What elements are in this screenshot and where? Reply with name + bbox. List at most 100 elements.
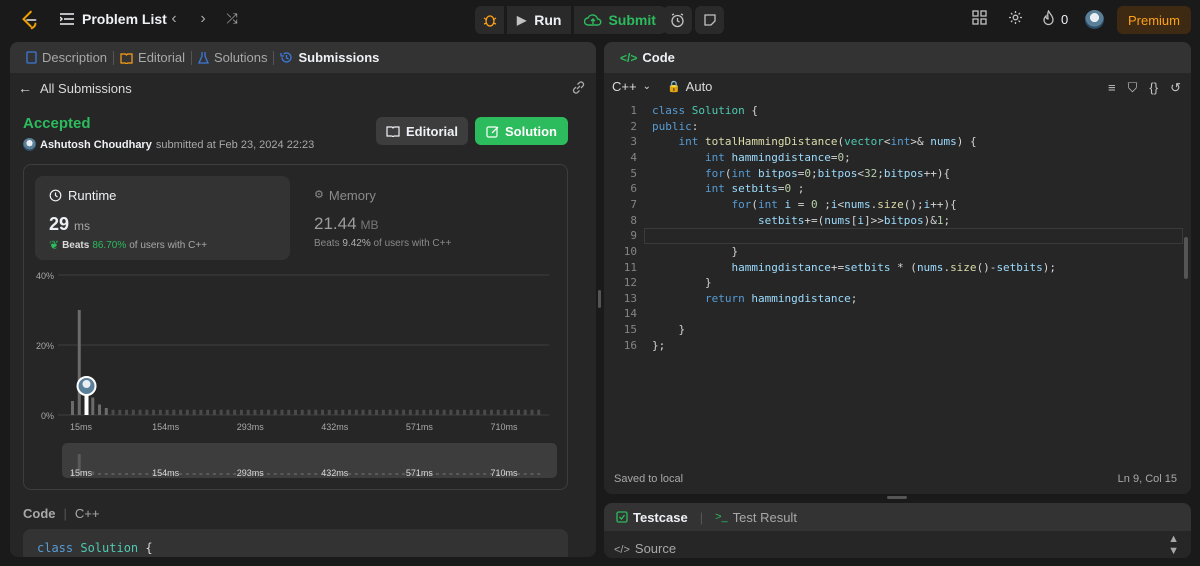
notes-button[interactable] — [695, 6, 724, 34]
avatar[interactable] — [1085, 10, 1104, 29]
chart-bar — [537, 409, 541, 415]
tab-editorial[interactable]: Editorial — [114, 50, 191, 65]
chart-bar — [341, 409, 345, 415]
editorial-button[interactable]: Editorial — [376, 117, 468, 145]
code-line[interactable]: } — [652, 323, 685, 336]
fire-icon[interactable] — [1042, 10, 1055, 26]
chart-bar — [496, 409, 500, 415]
tab-testcase[interactable]: Testcase — [616, 510, 688, 525]
code-line[interactable]: class Solution { — [652, 104, 758, 117]
format-icon[interactable]: ≡ — [1108, 80, 1116, 96]
expand-icon[interactable]: ▲ ▼ — [1168, 533, 1179, 557]
navigator-bar — [456, 473, 460, 475]
x-tick-label: 154ms — [152, 422, 180, 432]
chart-bar — [408, 409, 412, 415]
chart-bar — [239, 409, 243, 415]
editor-scrollbar[interactable] — [1184, 237, 1188, 279]
submission-panel: Description Editorial Solutions Submissi… — [10, 42, 596, 557]
chart-bar — [158, 409, 162, 415]
tab-test-result[interactable]: >_ Test Result — [715, 510, 797, 525]
navigator-bar — [537, 473, 541, 475]
shuffle-icon[interactable]: ⤮ — [222, 10, 242, 27]
solution-button[interactable]: Solution — [475, 117, 568, 145]
lock-icon: 🔒 — [666, 81, 681, 93]
submit-button[interactable]: Submit — [574, 6, 666, 34]
layout-grid-icon[interactable] — [972, 10, 987, 25]
navigator-bar — [361, 473, 365, 475]
code-preview[interactable]: class Solution { — [23, 529, 568, 557]
code-line[interactable]: public: — [652, 120, 698, 133]
navigator-bar — [138, 473, 142, 475]
run-button[interactable]: ▶ Run — [507, 6, 572, 34]
debug-button[interactable] — [475, 6, 504, 34]
link-icon[interactable] — [571, 80, 586, 95]
bookmark-icon[interactable]: ⛉ — [1128, 80, 1138, 96]
navigator-bar — [307, 473, 311, 475]
autocomplete-toggle[interactable]: 🔒 Auto — [667, 79, 712, 94]
left-tab-bar: Description Editorial Solutions Submissi… — [10, 42, 596, 73]
code-line[interactable]: int setbits=0 ; — [652, 182, 804, 195]
horizontal-splitter[interactable] — [887, 496, 907, 499]
code-line[interactable]: int totalHammingDistance(vector<int>& nu… — [652, 135, 977, 148]
navigator-tick-label: 432ms — [321, 468, 349, 478]
code-line[interactable]: }; — [652, 339, 665, 352]
chart-bar — [435, 409, 439, 415]
reset-icon[interactable]: ↺ — [1170, 80, 1181, 96]
code-editor[interactable]: 1 class Solution {2 public: 3 int totalHamm… — [604, 104, 1191, 404]
all-submissions-link[interactable]: ← All Submissions — [18, 80, 132, 96]
chevron-left-icon[interactable]: ‹ — [164, 10, 184, 28]
code-line[interactable]: } — [652, 276, 712, 289]
cloud-upload-icon — [584, 14, 602, 26]
tab-code[interactable]: </> Code — [614, 50, 681, 65]
line-number: 16 — [623, 338, 637, 352]
code-line[interactable]: for(int i = 0 ;i<nums.size();i++){ — [652, 198, 956, 211]
navigator-bar — [104, 473, 108, 475]
tab-solutions[interactable]: Solutions — [192, 50, 273, 65]
gear-icon[interactable] — [1008, 10, 1023, 25]
chart-bar — [199, 409, 203, 415]
navigator-bar — [314, 473, 318, 475]
code-line[interactable]: } — [652, 245, 738, 258]
submission-status: Accepted — [23, 115, 91, 132]
book-icon — [386, 126, 400, 137]
code-section-label: Code — [23, 506, 56, 521]
test-tab-bar: Testcase | >_ Test Result — [604, 503, 1191, 531]
code-line[interactable]: return hammingdistance; — [652, 292, 857, 305]
code-preview-brace: { — [145, 541, 153, 555]
author-avatar[interactable] — [23, 138, 36, 151]
chart-bar — [327, 409, 331, 415]
chevron-right-icon[interactable]: › — [193, 10, 213, 28]
source-toggle[interactable]: </> Source — [614, 541, 676, 556]
problem-list-button[interactable]: Problem List — [60, 11, 167, 27]
leetcode-logo[interactable] — [18, 9, 40, 31]
chart-bar — [381, 409, 385, 415]
author-name[interactable]: Ashutosh Choudhary — [40, 139, 152, 151]
code-line[interactable]: setbits+=(nums[i]>>bitpos)&1; — [652, 214, 950, 227]
code-line[interactable]: int hammingdistance=0; — [652, 151, 851, 164]
chart-bar — [104, 408, 108, 415]
timer-button[interactable] — [663, 6, 692, 34]
chart-bar — [489, 409, 493, 415]
code-line[interactable]: for(int bitpos=0;bitpos<32;bitpos++){ — [652, 167, 950, 180]
chart-bar — [334, 409, 338, 415]
premium-button[interactable]: Premium — [1117, 6, 1191, 34]
navigator-tick-label: 293ms — [237, 468, 265, 478]
tab-description[interactable]: Description — [20, 50, 113, 65]
test-panel: Testcase | >_ Test Result </> Source ▲ ▼ — [604, 503, 1191, 558]
chart-bar — [293, 409, 297, 415]
all-submissions-label: All Submissions — [40, 80, 132, 96]
braces-icon[interactable]: {} — [1149, 80, 1158, 96]
code-line[interactable]: hammingdistance+=setbits * (nums.size()-… — [652, 261, 1056, 274]
y-tick-label: 20% — [36, 341, 54, 351]
language-select[interactable]: C++ ⌄ — [612, 79, 651, 94]
runtime-distribution-chart[interactable]: 40% 20% 0% 15ms 154ms 293ms 432ms 571ms 710ms 15m… — [24, 165, 569, 491]
navigator-tick-label: 15ms — [70, 468, 93, 478]
editorial-button-label: Editorial — [405, 123, 458, 139]
vertical-splitter[interactable] — [598, 290, 601, 308]
chart-bar — [287, 409, 291, 415]
top-bar: Problem List ‹ › ⤮ ▶ Run Submit 0 Premiu… — [0, 0, 1200, 41]
tab-submissions[interactable]: Submissions — [274, 50, 385, 65]
line-number: 8 — [630, 213, 637, 227]
tab-divider: | — [699, 509, 704, 525]
save-status: Saved to local — [614, 473, 684, 485]
